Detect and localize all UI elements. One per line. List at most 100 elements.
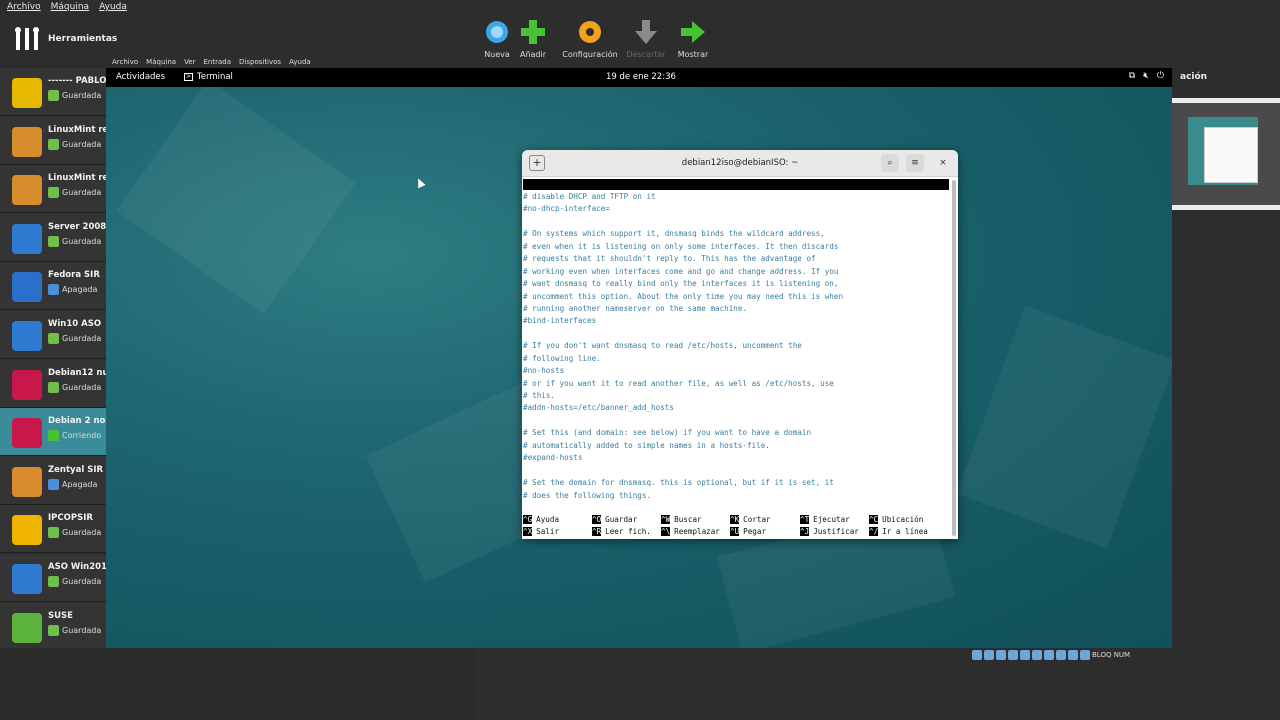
nano-shortcut: ^J Justificar [800, 526, 859, 538]
vm-list-item[interactable]: SUSE Guardada [0, 602, 106, 651]
cpu-icon[interactable] [1068, 650, 1078, 660]
vm-list-item[interactable]: Server 2008 Guardada [0, 213, 106, 262]
vm-list-item[interactable]: ------- PABLO Guardada [0, 68, 106, 116]
nano-shortcut: ^X Salir [523, 526, 559, 538]
vm-state: Corriendo [48, 430, 101, 442]
audio-icon[interactable] [996, 650, 1006, 660]
linuxmint-icon [12, 126, 42, 157]
menu-archivo[interactable]: Archivo [7, 2, 41, 12]
optical-drive-icon[interactable] [984, 650, 994, 660]
vm-list-item[interactable]: Zentyal SIR Apagada [0, 456, 106, 505]
volume-muted-icon: 🔇︎ [1143, 71, 1149, 81]
shortcut-label: Ubicación [882, 515, 924, 524]
vm-list: ------- PABLO Guardada LinuxMint reli Guard… [0, 68, 106, 720]
editor-line: # automatically added to simple names in… [523, 440, 770, 450]
windows-10-icon [12, 321, 42, 351]
activities-button[interactable]: Actividades [116, 72, 165, 82]
vm-menu-entrada[interactable]: Entrada [204, 58, 232, 66]
nano-shortcut-bar: ^G Ayuda ^O Guardar ^W Buscar ^K Cortar ^T Ejecut… [523, 514, 949, 538]
vm-menu-ayuda[interactable]: Ayuda [289, 58, 311, 66]
vm-state-label: Guardada [62, 91, 102, 100]
vm-list-item[interactable]: LinuxMint reli Guardada [0, 165, 106, 214]
vm-preview [1172, 98, 1280, 210]
editor-line: # following line. [523, 353, 601, 363]
vm-state-label: Guardada [62, 188, 102, 198]
host-menubar: Archivo Máquina Ayuda [0, 0, 1280, 14]
vm-menu-ver[interactable]: Ver [184, 58, 195, 66]
linux-tux-icon [12, 78, 42, 108]
details-panel: ación [1172, 68, 1280, 720]
mouse-integration-icon[interactable] [1080, 650, 1090, 660]
vm-list-item[interactable]: Debian12 nu Guardada [0, 359, 106, 408]
shortcut-row: ^G Ayuda ^O Guardar ^W Buscar ^K Cortar ^T Ejecut… [523, 514, 949, 526]
vm-menu-maquina[interactable]: Máquina [146, 58, 176, 66]
terminal-headerbar[interactable]: + debian12iso@debianISO: ~ ⌕ ≡ × [522, 150, 958, 177]
gnome-top-bar: Actividades > Terminal 19 de ene 22:36 ⧉… [106, 68, 1172, 87]
add-vm-button[interactable]: Añadir [503, 18, 563, 58]
vm-state: Guardada [48, 138, 101, 150]
suse-icon [12, 612, 42, 643]
vm-state-label: Guardada [62, 528, 102, 538]
saved-state-icon [48, 235, 59, 247]
vm-state-label: Apagada [62, 285, 98, 295]
menu-ayuda[interactable]: Ayuda [99, 2, 127, 12]
vm-name: Debian 2 nos [48, 416, 106, 427]
editor-line: # even when it is listening on only some… [523, 241, 839, 251]
vm-list-item[interactable]: Debian 2 nos Corriendo [0, 408, 106, 457]
nano-shortcut: ^/Ir a línea [869, 526, 928, 538]
shortcut-key: ^G [523, 515, 533, 524]
search-button[interactable]: ⌕ [881, 154, 899, 172]
vm-status-tray: BLOQ NUM [972, 650, 1130, 660]
recording-icon[interactable] [1056, 650, 1066, 660]
vm-state: Apagada [48, 284, 98, 296]
shortcut-label: Cortar [743, 515, 771, 524]
wallpaper-shape [956, 305, 1172, 549]
shortcut-label: Guardar [605, 515, 638, 524]
details-panel-title: ación [1180, 72, 1208, 82]
close-button[interactable]: × [934, 154, 952, 172]
vm-list-item[interactable]: ASO Win2019 Guardada [0, 554, 106, 602]
editor-line: # disable DHCP and TFTP on it [523, 192, 656, 201]
vm-menu-archivo[interactable]: Archivo [112, 58, 138, 66]
hamburger-icon: ≡ [911, 158, 919, 168]
shortcut-label: Buscar [674, 515, 702, 524]
terminal-window[interactable]: + debian12iso@debianISO: ~ ⌕ ≡ × GNU nan… [522, 150, 958, 539]
system-tray[interactable]: ⧉ 🔇︎ ⏻ [1129, 71, 1164, 81]
vm-menu-dispositivos[interactable]: Dispositivos [239, 58, 281, 66]
shared-folders-icon[interactable] [1032, 650, 1042, 660]
discard-arrow-icon [635, 20, 657, 44]
editor-line: #no-dhcp-interface= [523, 204, 610, 214]
nano-shortcut: ^K Cortar [730, 514, 771, 526]
tools-button[interactable]: Herramientas [14, 26, 117, 52]
vm-state: Guardada [48, 576, 101, 587]
nano-editor-text[interactable]: # disable DHCP and TFTP on it #no-dhcp-in… [523, 191, 949, 502]
editor-line: # uncomment this option. About the only … [523, 291, 844, 301]
clock[interactable]: 19 de ene 22:36 [606, 72, 676, 82]
display-icon[interactable] [1044, 650, 1054, 660]
saved-state-icon [48, 624, 59, 636]
vm-list-item[interactable]: Win10 ASO Guardada [0, 311, 106, 359]
vm-state-label: Guardada [62, 334, 102, 343]
shortcut-key: ^C [869, 515, 879, 524]
shortcut-label: Pegar [743, 527, 767, 536]
vm-state: Guardada [48, 624, 101, 636]
network-adapter-icon[interactable] [1008, 650, 1018, 660]
hdd-icon[interactable] [972, 650, 982, 660]
vm-list-item[interactable]: IPCOPSIR Guardada [0, 505, 106, 554]
terminal-app-icon: > [184, 73, 193, 81]
menu-button[interactable]: ≡ [906, 154, 924, 172]
menu-maquina[interactable]: Máquina [51, 2, 89, 12]
terminal-content[interactable]: GNU nano 7.2 /etc/dnsmasq.conf # disable… [522, 178, 958, 539]
app-menu-terminal[interactable]: > Terminal [184, 72, 233, 82]
vm-list-item[interactable]: Fedora SIR Apagada [0, 262, 106, 311]
terminal-scrollbar[interactable] [952, 180, 956, 536]
nano-shortcut: ^R Leer fich. [592, 526, 651, 538]
vm-state: Guardada [48, 235, 101, 247]
settings-button[interactable]: Configuración [560, 18, 620, 58]
vm-list-item[interactable]: LinuxMint reli Guardada [0, 116, 106, 165]
usb-icon[interactable] [1020, 650, 1030, 660]
show-button[interactable]: Mostrar [663, 18, 723, 58]
